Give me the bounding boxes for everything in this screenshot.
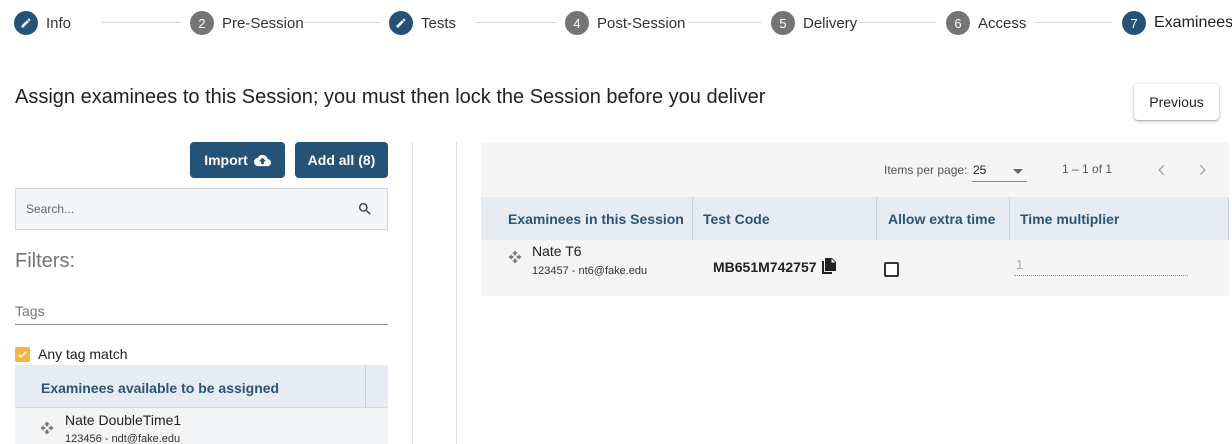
step-connector: [304, 22, 380, 23]
cloud-upload-icon: [253, 154, 271, 167]
panel-divider: [412, 142, 413, 444]
available-examinees-header: Examinees available to be assigned: [15, 365, 388, 408]
add-all-button[interactable]: Add all (8): [295, 142, 388, 178]
step-number: 7: [1122, 11, 1146, 35]
step-label: Tests: [421, 14, 457, 32]
column-header-test-code[interactable]: Test Code: [703, 211, 770, 227]
step-label: Post-Session: [597, 14, 686, 32]
items-per-page-value: 25: [973, 163, 987, 177]
column-divider: [692, 197, 693, 240]
step-delivery[interactable]: 5 Delivery: [771, 11, 857, 35]
time-multiplier-field[interactable]: 1: [1014, 254, 1188, 276]
examinee-detail: 123456 - ndt@fake.edu: [65, 433, 181, 444]
page-range-label: 1 – 1 of 1: [1062, 162, 1113, 176]
column-divider: [1009, 197, 1010, 240]
column-header-examinees[interactable]: Examinees in this Session: [508, 211, 684, 227]
any-tag-match-option[interactable]: Any tag match: [15, 346, 128, 362]
step-number: 2: [190, 11, 214, 35]
previous-page-button[interactable]: [1152, 160, 1172, 180]
step-connector: [688, 22, 761, 23]
copy-icon[interactable]: [822, 258, 836, 274]
examinee-name: Nate DoubleTime1: [65, 412, 182, 428]
drag-handle-icon[interactable]: [40, 421, 54, 435]
session-stepper: Info 2 Pre-Session Tests 4 Post-Session …: [0, 0, 1232, 46]
import-label: Import: [204, 152, 248, 168]
time-multiplier-value: 1: [1016, 257, 1024, 272]
step-tests[interactable]: Tests: [389, 11, 456, 35]
pencil-icon: [389, 11, 413, 35]
previous-button[interactable]: Previous: [1134, 84, 1219, 120]
session-examinee-row[interactable]: Nate T6 123457 - nt6@fake.edu MB651M7427…: [481, 240, 1229, 296]
step-examinees[interactable]: 7 Examinees: [1122, 11, 1232, 35]
paginator: Items per page: 25 1 – 1 of 1: [481, 142, 1229, 197]
session-examinees-panel: Items per page: 25 1 – 1 of 1 Examinees …: [481, 142, 1229, 296]
pencil-icon: [14, 11, 38, 35]
step-post-session[interactable]: 4 Post-Session: [565, 11, 685, 35]
step-pre-session[interactable]: 2 Pre-Session: [190, 11, 304, 35]
tags-field: [15, 298, 388, 325]
column-header-time-multiplier[interactable]: Time multiplier: [1020, 211, 1119, 227]
column-divider: [365, 365, 366, 408]
drag-handle-icon[interactable]: [508, 250, 522, 264]
import-button[interactable]: Import: [190, 142, 285, 178]
step-label: Examinees: [1154, 14, 1232, 31]
examinee-detail: 123457 - nt6@fake.edu: [532, 265, 648, 277]
dropdown-arrow-icon: [1013, 169, 1023, 174]
filters-title: Filters:: [15, 250, 75, 272]
step-info[interactable]: Info: [14, 11, 71, 35]
step-access[interactable]: 6 Access: [946, 11, 1026, 35]
page-title: Assign examinees to this Session; you mu…: [15, 86, 766, 108]
available-examinee-row[interactable]: Nate DoubleTime1 123456 - ndt@fake.edu: [15, 408, 388, 444]
column-divider: [1228, 197, 1229, 240]
step-number: 6: [946, 11, 970, 35]
step-connector: [476, 22, 556, 23]
examinee-name: Nate T6: [532, 243, 582, 259]
column-header-allow-extra-time[interactable]: Allow extra time: [888, 211, 995, 227]
any-tag-match-checkbox[interactable]: [15, 346, 30, 362]
available-header-label: Examinees available to be assigned: [41, 380, 280, 396]
items-per-page-select[interactable]: 25: [972, 160, 1027, 182]
search-box: [15, 188, 388, 230]
step-label: Delivery: [803, 14, 858, 32]
column-divider: [876, 197, 877, 240]
step-number: 4: [565, 11, 589, 35]
allow-extra-time-checkbox[interactable]: [884, 262, 899, 277]
next-page-button[interactable]: [1192, 160, 1212, 180]
any-tag-match-label: Any tag match: [38, 346, 128, 362]
test-code: MB651M742757: [713, 259, 817, 275]
step-label: Access: [978, 14, 1027, 32]
search-input[interactable]: [26, 189, 346, 229]
items-per-page-label: Items per page:: [884, 163, 968, 177]
search-icon[interactable]: [357, 201, 373, 217]
step-connector: [860, 22, 936, 23]
step-number: 5: [771, 11, 795, 35]
step-label: Info: [46, 14, 72, 32]
panel-divider: [456, 142, 457, 444]
step-connector: [101, 22, 181, 23]
step-connector: [1034, 22, 1112, 23]
session-table-header: Examinees in this Session Test Code Allo…: [481, 197, 1229, 240]
tags-input[interactable]: [15, 298, 388, 324]
step-label: Pre-Session: [222, 14, 304, 32]
